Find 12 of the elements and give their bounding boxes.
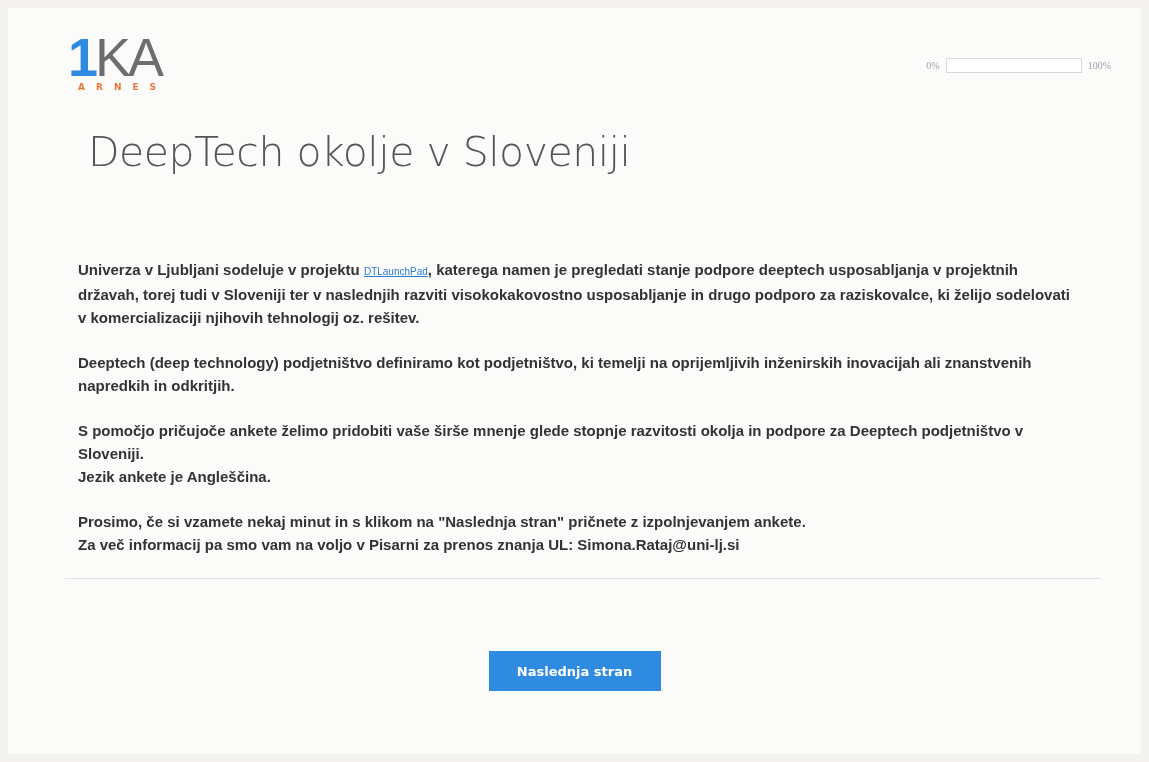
progress-start-label: 0% xyxy=(926,60,940,71)
paragraph-text: Za več informacij pa smo vam na voljo v Pisarni za prenos znanja UL: Simona.Rataj@uni-lj.si xyxy=(78,535,741,555)
intro-paragraph: Univerza v Ljubljani sodeluje v projektu DTLaunchPad, katerega namen je pregledati stanje podpore deeptech usposabljanja v projektnih državah, torej tudi v Sloveniji ter v naslednjih razviti visokokakovostno usposabljanje in drugo podporo za raziskovalce, ki želijo sodelovati v komercializaciji njihovih tehnologij oz. rešitev. xyxy=(78,260,1071,328)
logo-subtitle: ARNES xyxy=(78,82,169,92)
paragraph-text: Deeptech (deep technology) podjetništvo definiramo kot podjetništvo, ki temelji na oprijemljivih inženirskih inovacijah ali znanstvenih napredkih in odkritjih. xyxy=(78,353,1033,396)
progress-end-label: 100% xyxy=(1087,60,1111,71)
project-link[interactable]: DTLaunchPad xyxy=(363,266,428,277)
page-title: DeepTech okolje v Sloveniji xyxy=(88,128,632,176)
next-page-button[interactable]: Naslednja stran xyxy=(488,651,661,691)
paragraph-text: Prosimo, če si vzamete nekaj minut in s klikom na "Naslednja stran" pričnete z izpolnjevanjem ankete. xyxy=(78,512,807,532)
paragraph-text: S pomočjo pričujoče ankete želimo pridobiti vaše širše mnenje glede stopnje razvitosti okolja in podpore za Deeptech podjetništvo v Sloveniji. xyxy=(78,421,1025,464)
paragraph-text: Jezik ankete je Angleščina. xyxy=(78,467,272,487)
